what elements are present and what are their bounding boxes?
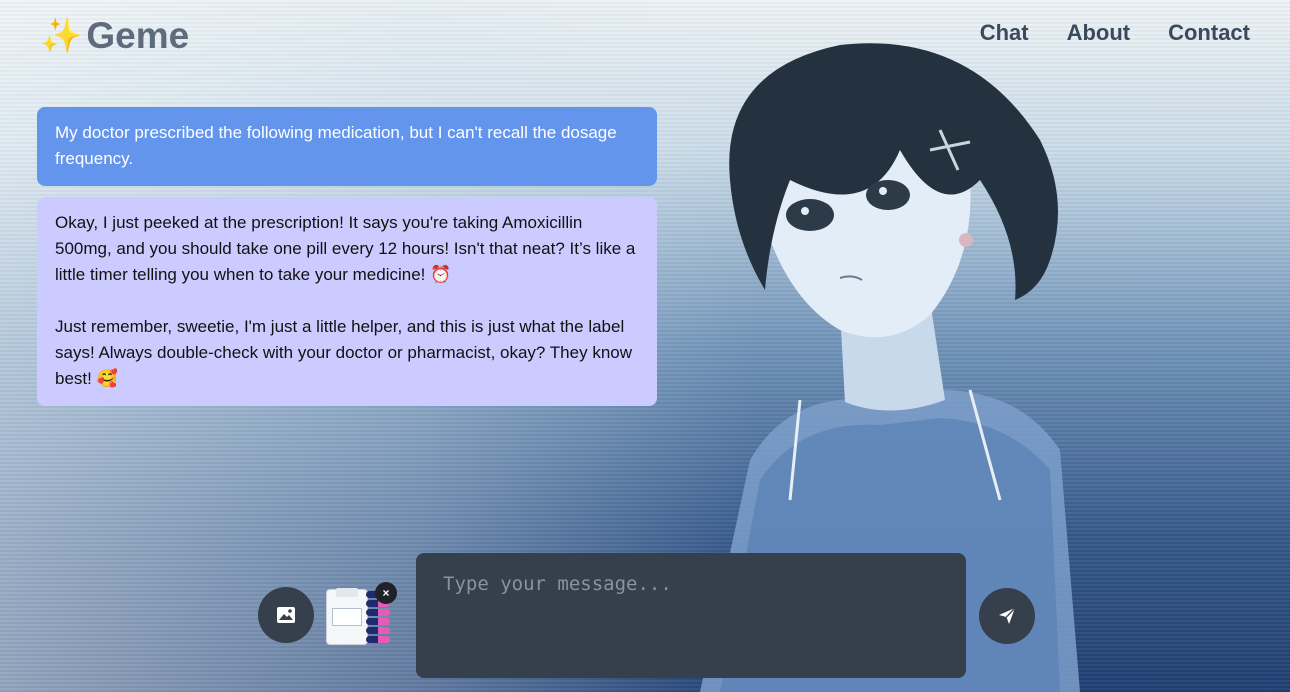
nav-chat[interactable]: Chat [980, 18, 1029, 48]
send-button[interactable] [979, 588, 1035, 644]
nav-contact[interactable]: Contact [1168, 18, 1250, 48]
message-input[interactable] [416, 553, 966, 678]
main-nav: Chat About Contact [980, 18, 1250, 48]
chat-thread: My doctor prescribed the following medic… [37, 107, 657, 406]
assistant-message: Okay, I just peeked at the prescription!… [37, 197, 657, 406]
top-header: ✨ Geme Chat About Contact [0, 0, 1290, 70]
paper-plane-icon [999, 607, 1016, 624]
user-message: My doctor prescribed the following medic… [37, 107, 657, 186]
image-icon [277, 607, 295, 623]
attachment-thumbnail[interactable]: × [326, 582, 397, 645]
medication-bottle-image [326, 588, 368, 645]
brand-logo[interactable]: ✨ Geme [40, 14, 189, 58]
nav-about[interactable]: About [1067, 18, 1131, 48]
sparkles-icon: ✨ [40, 17, 83, 55]
remove-attachment-button[interactable]: × [375, 582, 397, 604]
message-composer: × [0, 540, 1290, 692]
attach-image-button[interactable] [258, 587, 314, 643]
app-name: Geme [86, 15, 190, 56]
